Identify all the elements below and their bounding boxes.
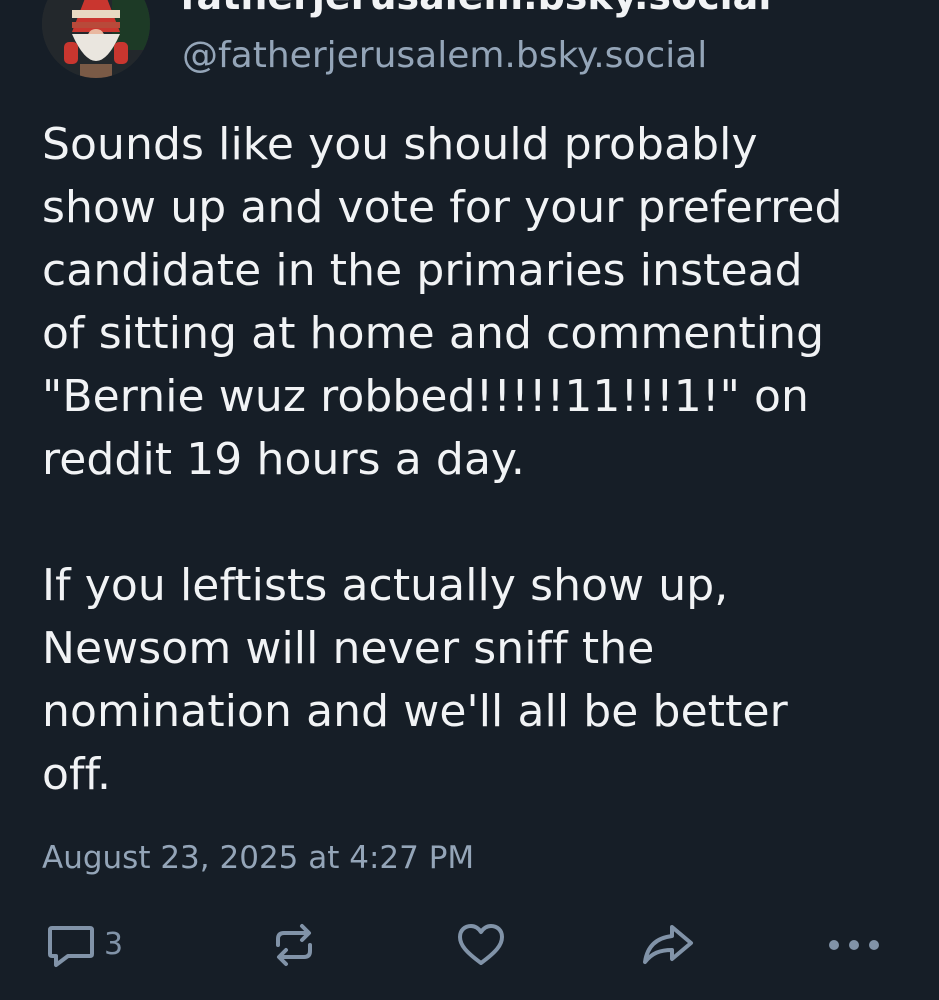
more-icon [829, 940, 879, 950]
reply-count: 3 [104, 927, 124, 962]
post-timestamp: August 23, 2025 at 4:27 PM [42, 840, 475, 876]
gnome-avatar-icon [42, 0, 150, 78]
heart-icon [458, 924, 504, 965]
repost-icon [276, 924, 312, 966]
post-actions-bar: 3 [0, 915, 939, 975]
share-button[interactable] [640, 915, 696, 975]
author-display-name[interactable]: fatherjerusalem.bsky.social [180, 0, 771, 18]
more-options-button[interactable] [826, 915, 882, 975]
post-text: Sounds like you should probably show up … [42, 119, 843, 800]
share-icon [643, 925, 693, 964]
like-button[interactable] [456, 915, 506, 975]
author-handle[interactable]: @fatherjerusalem.bsky.social [182, 36, 707, 76]
author-avatar[interactable] [42, 0, 150, 78]
post-thread-item: fatherjerusalem.bsky.social @fatherjerus… [0, 0, 939, 1000]
reply-button[interactable]: 3 [46, 915, 123, 975]
repost-button[interactable] [270, 915, 318, 975]
reply-icon [48, 926, 94, 967]
